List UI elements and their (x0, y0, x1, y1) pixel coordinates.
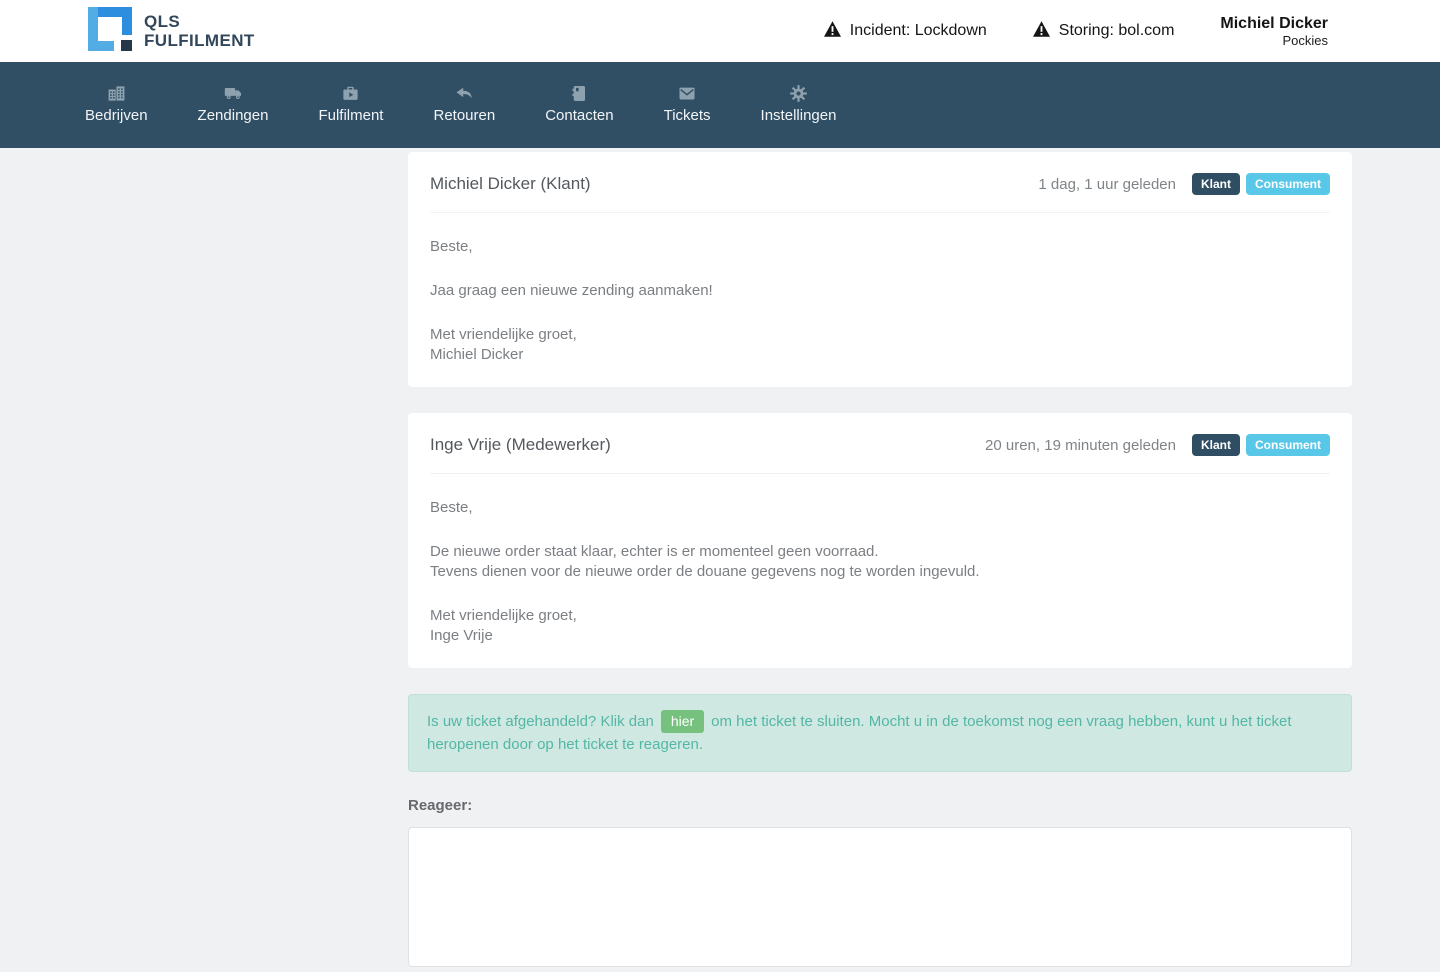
nav-label-fulfilment: Fulfilment (318, 107, 383, 124)
address-book-icon (570, 84, 588, 103)
reply-label: Reageer: (408, 797, 1352, 814)
ticket-conversation: Michiel Dicker (Klant) 1 dag, 1 uur gele… (0, 148, 1440, 797)
message-meta: 1 dag, 1 uur geleden Klant Consument (1038, 173, 1330, 195)
badge-klant: Klant (1192, 173, 1240, 195)
reply-arrow-icon (454, 84, 474, 103)
nav-item-bedrijven[interactable]: Bedrijven (60, 84, 173, 124)
badge-consument: Consument (1246, 434, 1330, 456)
truck-icon (223, 84, 244, 103)
warning-triangle-icon (1033, 21, 1050, 42)
message-author: Michiel Dicker (Klant) (430, 174, 591, 194)
warning-triangle-icon (824, 21, 841, 42)
nav-item-instellingen[interactable]: Instellingen (736, 84, 862, 124)
qls-logo-text: QLS FULFILMENT (144, 12, 255, 50)
message-body: Beste,Jaa graag een nieuwe zending aanma… (430, 213, 1330, 387)
nav-item-contacten[interactable]: Contacten (520, 84, 638, 124)
incident-alert-label: Incident: Lockdown (850, 22, 987, 40)
storing-alert-label: Storing: bol.com (1059, 22, 1175, 40)
message-card: Michiel Dicker (Klant) 1 dag, 1 uur gele… (408, 152, 1352, 387)
nav-item-tickets[interactable]: Tickets (639, 84, 736, 124)
incident-alert[interactable]: Incident: Lockdown (824, 21, 987, 42)
message-author: Inge Vrije (Medewerker) (430, 435, 611, 455)
nav-label-bedrijven: Bedrijven (85, 107, 148, 124)
qls-logo[interactable]: QLS FULFILMENT (88, 7, 255, 56)
messages-list: Michiel Dicker (Klant) 1 dag, 1 uur gele… (408, 152, 1352, 668)
close-ticket-notice: Is uw ticket afgehandeld? Klik danhierom… (408, 694, 1352, 772)
badge-klant: Klant (1192, 434, 1240, 456)
notice-text-before: Is uw ticket afgehandeld? Klik dan (427, 713, 654, 730)
nav-label-tickets: Tickets (664, 107, 711, 124)
nav-item-fulfilment[interactable]: Fulfilment (293, 84, 408, 124)
message-meta: 20 uren, 19 minuten geleden Klant Consume… (985, 434, 1330, 456)
reply-textarea[interactable] (408, 827, 1352, 967)
message-timestamp: 1 dag, 1 uur geleden (1038, 176, 1176, 193)
main-navigation: Bedrijven Zendingen Fulfilment (0, 62, 1440, 148)
nav-label-zendingen: Zendingen (198, 107, 269, 124)
user-name: Michiel Dicker (1220, 14, 1328, 33)
envelope-icon (677, 84, 697, 103)
user-company: Pockies (1220, 33, 1328, 49)
message-card: Inge Vrije (Medewerker) 20 uren, 19 minu… (408, 413, 1352, 668)
message-body: Beste,De nieuwe order staat klaar, echte… (430, 474, 1330, 668)
nav-item-zendingen[interactable]: Zendingen (173, 84, 294, 124)
message-header: Inge Vrije (Medewerker) 20 uren, 19 minu… (430, 413, 1330, 474)
badge-consument: Consument (1246, 173, 1330, 195)
message-badges: Klant Consument (1186, 173, 1330, 195)
nav-label-retouren: Retouren (433, 107, 495, 124)
building-icon (107, 84, 126, 103)
nav-label-instellingen: Instellingen (761, 107, 837, 124)
gear-icon (789, 84, 808, 103)
nav-item-retouren[interactable]: Retouren (408, 84, 520, 124)
close-ticket-hier-button[interactable]: hier (661, 710, 704, 733)
message-badges: Klant Consument (1186, 434, 1330, 456)
message-header: Michiel Dicker (Klant) 1 dag, 1 uur gele… (430, 152, 1330, 213)
user-menu[interactable]: Michiel Dicker Pockies (1220, 14, 1328, 49)
message-timestamp: 20 uren, 19 minuten geleden (985, 437, 1176, 454)
top-header: QLS FULFILMENT Incident: Lockdown (0, 0, 1440, 62)
nav-label-contacten: Contacten (545, 107, 613, 124)
qls-logo-icon (88, 7, 132, 56)
storing-alert[interactable]: Storing: bol.com (1033, 21, 1175, 42)
briefcase-play-icon (341, 84, 360, 103)
